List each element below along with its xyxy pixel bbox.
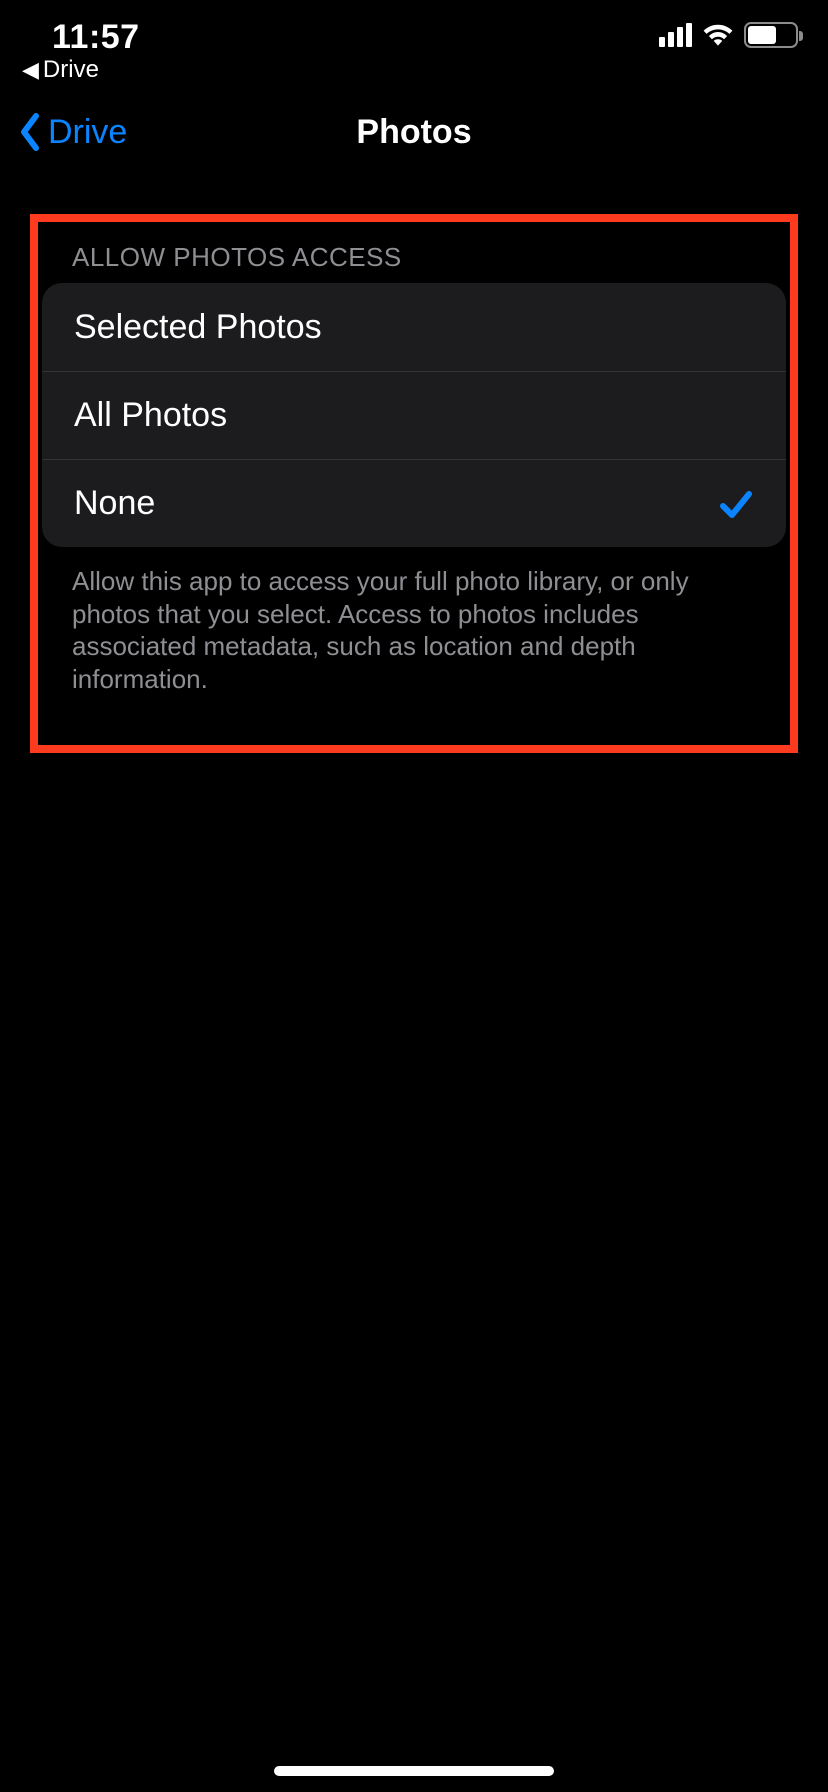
option-none[interactable]: None xyxy=(42,459,786,547)
caret-left-icon: ◀︎ xyxy=(22,59,39,81)
photo-access-options: Selected Photos All Photos None xyxy=(42,283,786,547)
back-button[interactable]: Drive xyxy=(18,112,127,152)
return-to-app[interactable]: ◀︎ Drive xyxy=(22,56,99,84)
battery-icon xyxy=(744,22,798,48)
home-indicator[interactable] xyxy=(274,1766,554,1776)
option-label: Selected Photos xyxy=(74,308,322,347)
option-label: None xyxy=(74,484,155,523)
section-header: ALLOW PHOTOS ACCESS xyxy=(38,222,790,283)
checkmark-icon xyxy=(718,486,754,522)
status-time: 11:57 xyxy=(52,18,140,57)
status-right xyxy=(659,22,798,48)
status-bar: 11:57 ◀︎ Drive xyxy=(0,0,828,88)
wifi-icon xyxy=(702,23,734,47)
annotation-highlight: ALLOW PHOTOS ACCESS Selected Photos All … xyxy=(30,214,798,753)
return-to-app-label: Drive xyxy=(43,56,99,84)
option-selected-photos[interactable]: Selected Photos xyxy=(42,283,786,371)
chevron-left-icon xyxy=(18,112,42,152)
option-label: All Photos xyxy=(74,396,227,435)
page-title: Photos xyxy=(356,113,471,152)
option-all-photos[interactable]: All Photos xyxy=(42,371,786,459)
section-footer: Allow this app to access your full photo… xyxy=(38,547,790,695)
cellular-icon xyxy=(659,23,692,47)
back-button-label: Drive xyxy=(48,113,127,152)
nav-header: Drive Photos xyxy=(0,88,828,176)
